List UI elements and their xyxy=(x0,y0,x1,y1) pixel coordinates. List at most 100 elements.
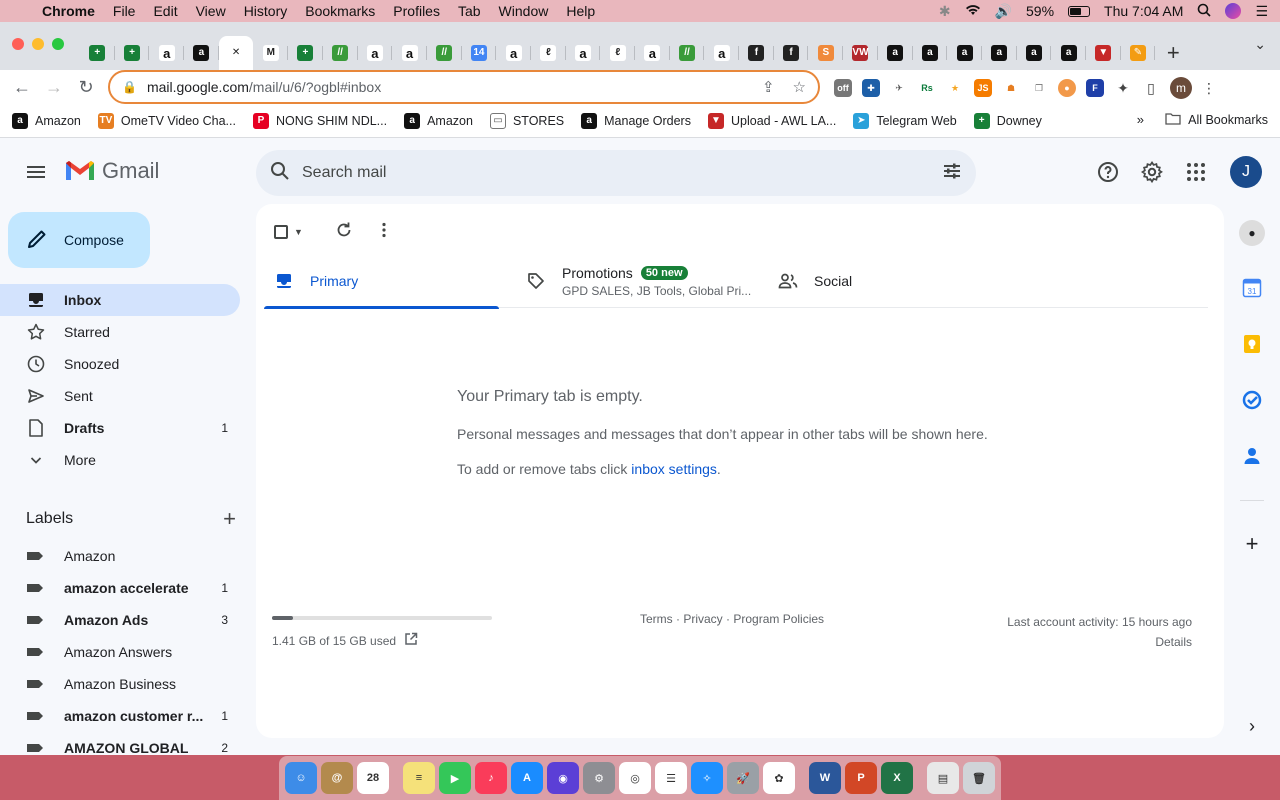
extension-f-icon[interactable]: F xyxy=(1086,79,1104,97)
all-bookmarks-button[interactable]: All Bookmarks xyxy=(1165,112,1268,128)
extension-off-icon[interactable]: off xyxy=(834,79,852,97)
browser-tab[interactable]: f xyxy=(739,36,774,70)
browser-tab[interactable]: // xyxy=(427,36,462,70)
browser-tab[interactable]: a xyxy=(149,36,184,70)
more-options-icon[interactable] xyxy=(375,221,393,244)
control-center-icon[interactable]: ☰ xyxy=(1255,3,1268,20)
extension-orange-icon[interactable]: ● xyxy=(1058,79,1076,97)
browser-tab[interactable]: a xyxy=(184,36,219,70)
menu-profiles[interactable]: Profiles xyxy=(384,3,449,19)
browser-tab[interactable]: S xyxy=(808,36,843,70)
browser-tab[interactable]: a xyxy=(1051,36,1086,70)
reload-button[interactable]: ↻ xyxy=(70,77,102,98)
label-item[interactable]: Amazon Answers xyxy=(0,636,240,668)
nav-item-starred[interactable]: Starred xyxy=(0,316,240,348)
tab-search-chevron-icon[interactable]: ⌄ xyxy=(1254,36,1266,53)
create-label-plus-icon[interactable]: + xyxy=(223,506,236,532)
side-panel-icon[interactable]: ▯ xyxy=(1142,79,1160,97)
powerpoint-icon[interactable]: P xyxy=(845,762,877,794)
tab-social[interactable]: Social xyxy=(778,254,852,308)
activity-details-link[interactable]: Details xyxy=(1007,632,1192,652)
close-icon[interactable]: ✕ xyxy=(228,45,245,61)
close-window-button[interactable] xyxy=(12,38,24,50)
menu-file[interactable]: File xyxy=(104,3,145,19)
search-icon[interactable] xyxy=(270,161,290,186)
browser-tab[interactable]: // xyxy=(323,36,358,70)
browser-tab[interactable]: + xyxy=(115,36,150,70)
app-store-icon[interactable]: A xyxy=(511,762,543,794)
browser-tab[interactable]: a xyxy=(947,36,982,70)
browser-tab[interactable]: a xyxy=(1017,36,1052,70)
launchpad-icon[interactable]: 🚀 xyxy=(727,762,759,794)
nav-item-snoozed[interactable]: Snoozed xyxy=(0,348,240,380)
inbox-settings-link[interactable]: inbox settings xyxy=(631,461,717,477)
browser-tab[interactable]: ▼ xyxy=(1086,36,1121,70)
share-icon[interactable]: ⇪ xyxy=(762,78,775,96)
documents-icon[interactable]: ▤ xyxy=(927,762,959,794)
volume-icon[interactable]: 🔊 xyxy=(995,3,1012,20)
extension-rs-icon[interactable]: Rs xyxy=(918,79,936,97)
label-item[interactable]: amazon customer r... 1 xyxy=(0,700,240,732)
battery-icon[interactable] xyxy=(1068,5,1091,17)
browser-tab[interactable]: ℓ xyxy=(531,36,566,70)
nav-item-drafts[interactable]: Drafts 1 xyxy=(0,412,240,444)
menu-history[interactable]: History xyxy=(235,3,297,19)
bookmark-item[interactable]: ➤ Telegram Web xyxy=(853,112,957,129)
extension-star-icon[interactable]: ★ xyxy=(946,79,964,97)
bookmark-item[interactable]: a Amazon xyxy=(404,112,473,129)
tab-primary[interactable]: Primary xyxy=(264,254,499,309)
safari-icon[interactable]: ✧ xyxy=(691,762,723,794)
search-bar[interactable] xyxy=(256,150,976,196)
lock-icon[interactable]: 🔒 xyxy=(122,80,137,94)
terms-link[interactable]: Terms xyxy=(640,612,673,626)
bookmark-item[interactable]: + Downey xyxy=(973,112,1042,129)
nav-item-inbox[interactable]: Inbox xyxy=(0,284,240,316)
wifi-icon[interactable] xyxy=(965,3,981,19)
menu-window[interactable]: Window xyxy=(490,3,558,19)
app-menu[interactable]: Chrome xyxy=(38,3,104,19)
chrome-profile-avatar[interactable]: m xyxy=(1170,77,1192,99)
browser-tab[interactable]: a xyxy=(704,36,739,70)
open-storage-external-icon[interactable] xyxy=(404,632,418,649)
browser-tab[interactable]: ✕ xyxy=(218,36,254,70)
extensions-puzzle-icon[interactable]: ✦ xyxy=(1114,79,1132,97)
menu-help[interactable]: Help xyxy=(557,3,604,19)
extension-js-icon[interactable]: JS xyxy=(974,79,992,97)
chrome-menu-icon[interactable]: ⋮ xyxy=(1202,80,1216,97)
zoom-window-button[interactable] xyxy=(52,38,64,50)
gmail-logo[interactable]: Gmail xyxy=(64,158,159,184)
extension-plane-icon[interactable]: ✈ xyxy=(890,79,908,97)
bookmark-item[interactable]: TV OmeTV Video Cha... xyxy=(97,112,236,129)
spotlight-search-icon[interactable] xyxy=(1197,3,1212,20)
chrome-icon[interactable]: ◎ xyxy=(619,762,651,794)
search-input[interactable] xyxy=(302,164,942,182)
address-bar[interactable]: 🔒 mail.google.com/mail/u/6/?ogbl#inbox ⇪… xyxy=(108,70,820,104)
label-item[interactable]: amazon accelerate 1 xyxy=(0,572,240,604)
new-tab-button[interactable]: + xyxy=(1155,40,1191,66)
calendar-icon[interactable]: 28 xyxy=(357,762,389,794)
nav-item-sent[interactable]: Sent xyxy=(0,380,240,412)
browser-tab[interactable]: ℓ xyxy=(600,36,635,70)
contacts-app-icon[interactable] xyxy=(1242,446,1262,466)
back-button[interactable]: ← xyxy=(6,77,38,98)
select-all-checkbox[interactable]: ▼ xyxy=(274,225,303,239)
refresh-icon[interactable] xyxy=(335,221,353,244)
browser-tab[interactable]: a xyxy=(982,36,1017,70)
contacts-icon[interactable]: @ xyxy=(321,762,353,794)
nav-item-more[interactable]: More xyxy=(0,444,240,476)
menu-bookmarks[interactable]: Bookmarks xyxy=(296,3,384,19)
label-item[interactable]: Amazon Business xyxy=(0,668,240,700)
privacy-link[interactable]: Privacy xyxy=(683,612,722,626)
finder-icon[interactable]: ☺ xyxy=(285,762,317,794)
bookmark-item[interactable]: a Manage Orders xyxy=(581,112,691,129)
browser-tab[interactable]: + xyxy=(80,36,115,70)
compose-button[interactable]: Compose xyxy=(8,212,150,268)
program-policies-link[interactable]: Program Policies xyxy=(733,612,824,626)
browser-tab[interactable]: a xyxy=(878,36,913,70)
main-menu-icon[interactable] xyxy=(24,160,48,184)
add-on-avatar-icon[interactable]: ● xyxy=(1239,220,1265,246)
browser-tab[interactable]: VW xyxy=(843,36,878,70)
google-apps-icon[interactable] xyxy=(1184,160,1208,189)
extension-cube-icon[interactable]: ❐ xyxy=(1030,79,1048,97)
settings-gear-icon[interactable] xyxy=(1140,160,1164,189)
